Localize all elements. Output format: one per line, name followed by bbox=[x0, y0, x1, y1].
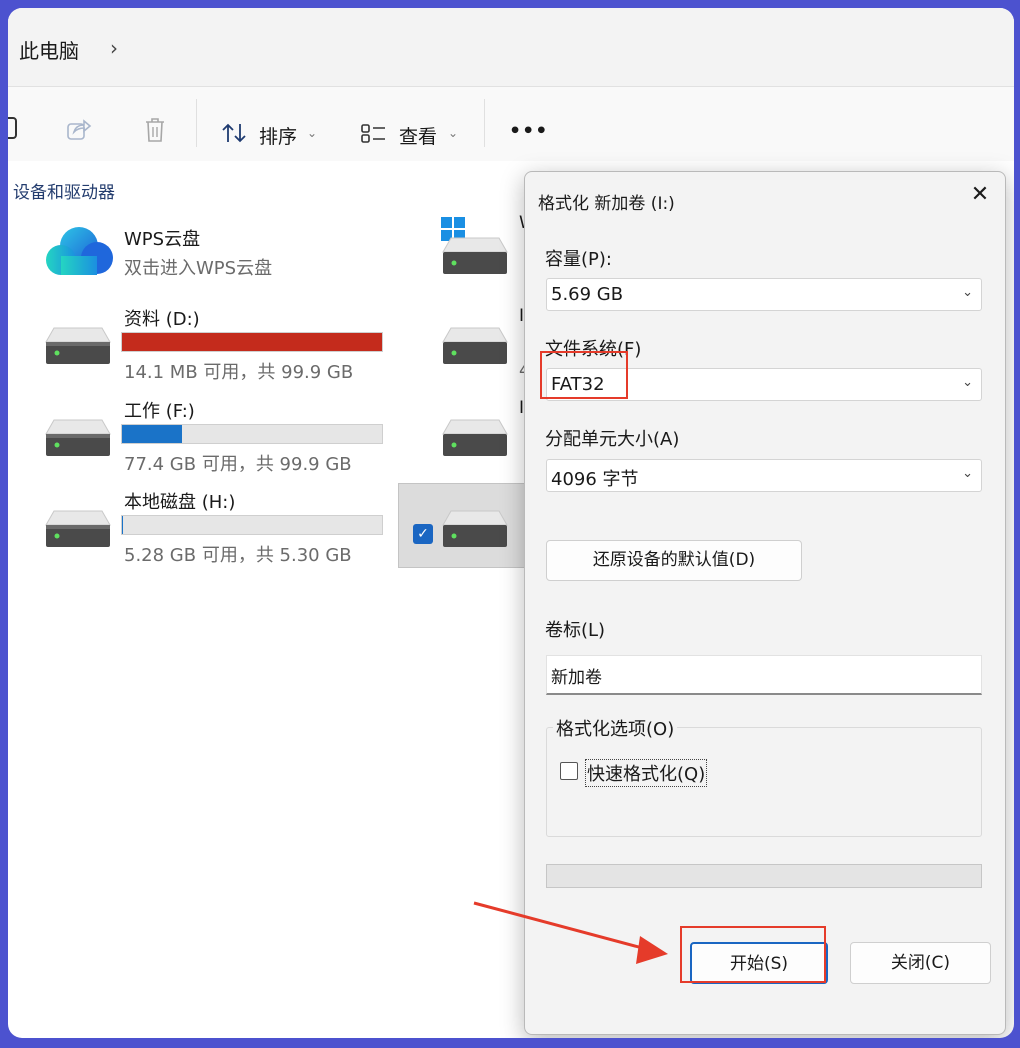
restore-defaults-button[interactable]: 还原设备的默认值(D) bbox=[546, 540, 802, 581]
format-dialog: 格式化 新加卷 (I:) ✕ 容量(P): 5.69 GB ⌄ 文件系统(F) … bbox=[524, 171, 1006, 1035]
capacity-value: 5.69 GB bbox=[551, 284, 624, 305]
capacity-select[interactable]: 5.69 GB ⌄ bbox=[546, 278, 982, 311]
drive-usage-bar bbox=[121, 424, 383, 444]
format-options-label: 格式化选项(O) bbox=[553, 715, 678, 741]
more-icon[interactable]: ••• bbox=[509, 120, 548, 142]
drive-name[interactable]: 工作 (F:) bbox=[124, 397, 195, 423]
volume-label-input[interactable]: 新加卷 bbox=[546, 655, 982, 695]
dialog-title: 格式化 新加卷 (I:) bbox=[538, 194, 675, 214]
toolbar-separator bbox=[484, 99, 485, 147]
allocation-select[interactable]: 4096 字节 ⌄ bbox=[546, 459, 982, 492]
selection-checkbox[interactable]: ✓ bbox=[413, 524, 433, 544]
volume-label-value: 新加卷 bbox=[551, 668, 602, 688]
drive-usage-fill bbox=[122, 425, 182, 443]
drive-name: WPS云盘 bbox=[124, 229, 201, 250]
drive-sub: 双击进入WPS云盘 bbox=[124, 258, 273, 279]
drive-name[interactable]: 资料 (D:) bbox=[124, 305, 200, 331]
drive-usage-fill bbox=[122, 516, 124, 534]
capacity-label: 容量(P): bbox=[545, 249, 612, 270]
toolbar-separator bbox=[196, 99, 197, 147]
highlight-start-button bbox=[680, 926, 826, 983]
delete-icon[interactable] bbox=[143, 117, 167, 143]
highlight-filesystem bbox=[540, 351, 628, 399]
hard-drive-icon[interactable] bbox=[441, 418, 509, 458]
sort-chevron-down-icon[interactable]: ⌄ bbox=[307, 126, 317, 140]
chevron-down-icon: ⌄ bbox=[962, 375, 973, 390]
command-bar: 排序 ⌄ 查看 ⌄ ••• bbox=[8, 87, 1014, 161]
view-icon[interactable] bbox=[360, 123, 386, 145]
drive-wps-cloud[interactable] bbox=[41, 222, 117, 284]
copy-icon[interactable] bbox=[8, 115, 22, 141]
drive-sub: 14.1 MB 可用，共 99.9 GB bbox=[124, 362, 354, 383]
view-button[interactable]: 查看 bbox=[399, 122, 437, 149]
drive-sub: 5.28 GB 可用，共 5.30 GB bbox=[124, 545, 352, 566]
allocation-label: 分配单元大小(A) bbox=[545, 429, 680, 450]
breadcrumb-this-pc[interactable]: 此电脑 bbox=[19, 35, 79, 64]
hard-drive-icon[interactable] bbox=[44, 418, 112, 458]
chevron-down-icon: ⌄ bbox=[962, 285, 973, 300]
hard-drive-icon[interactable] bbox=[44, 326, 112, 366]
quick-format-checkbox[interactable] bbox=[560, 762, 578, 780]
hard-drive-icon[interactable] bbox=[441, 236, 509, 276]
explorer-window: 此电脑 › 排序 ⌄ 查看 ⌄ ••• 设备和驱动器 WPS云盘 双击进入WPS… bbox=[8, 8, 1014, 1038]
drive-sub: 77.4 GB 可用，共 99.9 GB bbox=[124, 454, 352, 475]
hard-drive-icon[interactable] bbox=[441, 326, 509, 366]
close-button[interactable]: 关闭(C) bbox=[850, 942, 991, 984]
view-chevron-down-icon[interactable]: ⌄ bbox=[448, 126, 458, 140]
drive-usage-bar bbox=[121, 515, 383, 535]
drive-name[interactable]: 本地磁盘 (H:) bbox=[124, 488, 235, 514]
allocation-value: 4096 字节 bbox=[551, 469, 639, 490]
drive-usage-bar bbox=[121, 332, 383, 352]
cloud-icon bbox=[46, 227, 113, 275]
drive-usage-fill bbox=[122, 333, 382, 351]
sort-button[interactable]: 排序 bbox=[259, 122, 297, 149]
chevron-down-icon: ⌄ bbox=[962, 466, 973, 481]
breadcrumb-chevron-icon[interactable]: › bbox=[110, 36, 118, 60]
hard-drive-icon[interactable] bbox=[441, 509, 509, 549]
close-icon[interactable]: ✕ bbox=[965, 180, 995, 210]
sort-icon[interactable] bbox=[221, 122, 249, 144]
section-devices-and-drives[interactable]: 设备和驱动器 bbox=[13, 178, 115, 203]
share-icon[interactable] bbox=[66, 117, 92, 141]
quick-format-label[interactable]: 快速格式化(Q) bbox=[585, 759, 708, 787]
address-bar[interactable]: 此电脑 › bbox=[8, 8, 1014, 86]
volume-label-label: 卷标(L) bbox=[545, 620, 606, 641]
hard-drive-icon[interactable] bbox=[44, 509, 112, 549]
format-progress-bar bbox=[546, 864, 982, 888]
